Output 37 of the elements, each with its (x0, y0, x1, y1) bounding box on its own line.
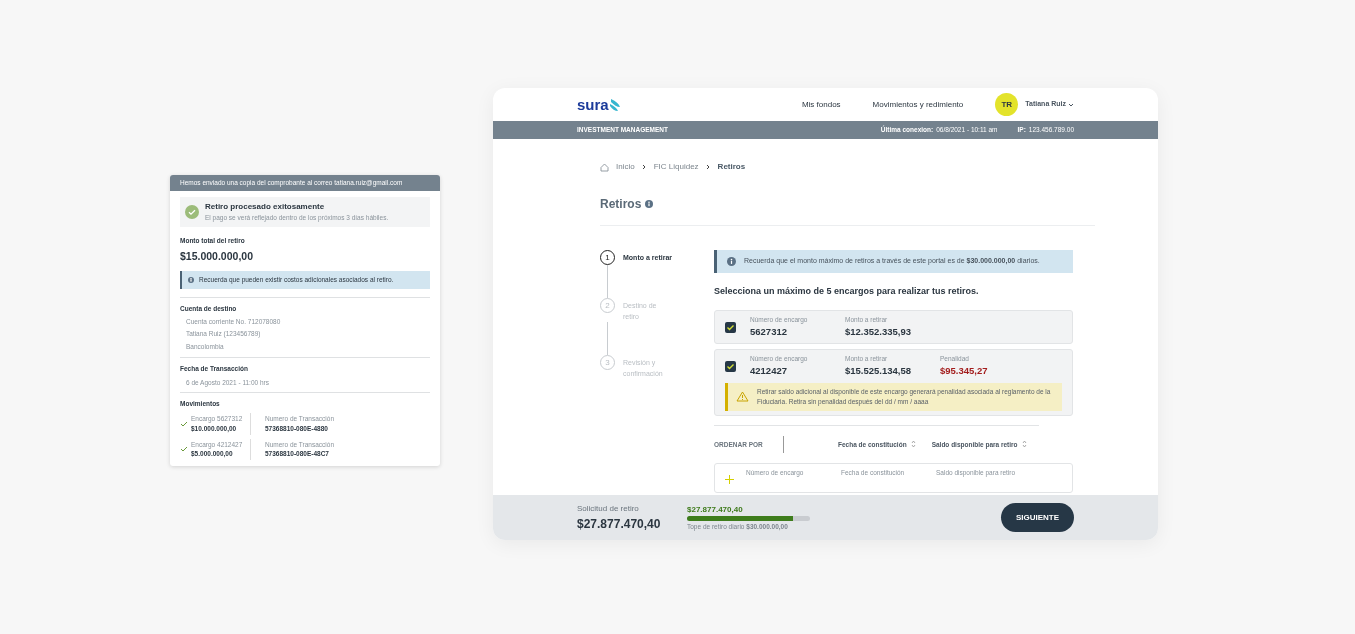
progress-amount: $27.877.470,40 (687, 503, 744, 516)
info-icon (645, 200, 654, 208)
home-icon (600, 162, 609, 172)
field-value: $15.525.134,58 (845, 363, 913, 378)
success-title: Retiro procesado exitosamente (205, 200, 326, 213)
breadcrumb-link[interactable]: FIC Liquidez (653, 161, 699, 173)
request-label: Solicitud de retiro (577, 502, 640, 515)
nav-link[interactable]: Movimientos y redimiento (872, 98, 964, 111)
user-avatar: TR (995, 93, 1019, 116)
request-amount: $27.877.470,40 (577, 515, 662, 533)
info-icon (188, 276, 194, 283)
field-value: $95.345,27 (940, 363, 989, 378)
warning-icon (736, 391, 749, 403)
check-circle-icon (185, 204, 199, 219)
info-icon (727, 256, 736, 266)
breadcrumb-link[interactable]: Inicio (616, 161, 635, 173)
page-title: Retiros (600, 196, 642, 213)
check-icon (180, 446, 188, 453)
chevron-down-icon (1068, 102, 1074, 107)
logo-text: sura (577, 97, 609, 112)
next-button[interactable]: SIGUIENTE (1001, 503, 1074, 532)
check-icon (180, 420, 188, 427)
nav-link[interactable]: Mis fondos (801, 98, 841, 111)
chevron-right-icon (705, 164, 711, 170)
field-value: 5627312 (750, 324, 788, 339)
total-amount: $15.000.000,00 (180, 249, 254, 265)
breadcrumb-link[interactable]: Retiros (717, 161, 746, 173)
sort-icon (1021, 440, 1027, 449)
field-value: 4212427 (750, 363, 788, 378)
chevron-right-icon (641, 164, 647, 170)
field-value: $12.352.335,93 (845, 324, 913, 339)
checkbox[interactable] (725, 360, 736, 372)
instruction-text: Selecciona un máximo de 5 encargos para realizar tus retiros. (714, 284, 980, 298)
sort-icon (910, 440, 916, 449)
checkbox[interactable] (725, 321, 736, 333)
plus-icon (725, 475, 734, 485)
bird-icon (608, 97, 621, 112)
